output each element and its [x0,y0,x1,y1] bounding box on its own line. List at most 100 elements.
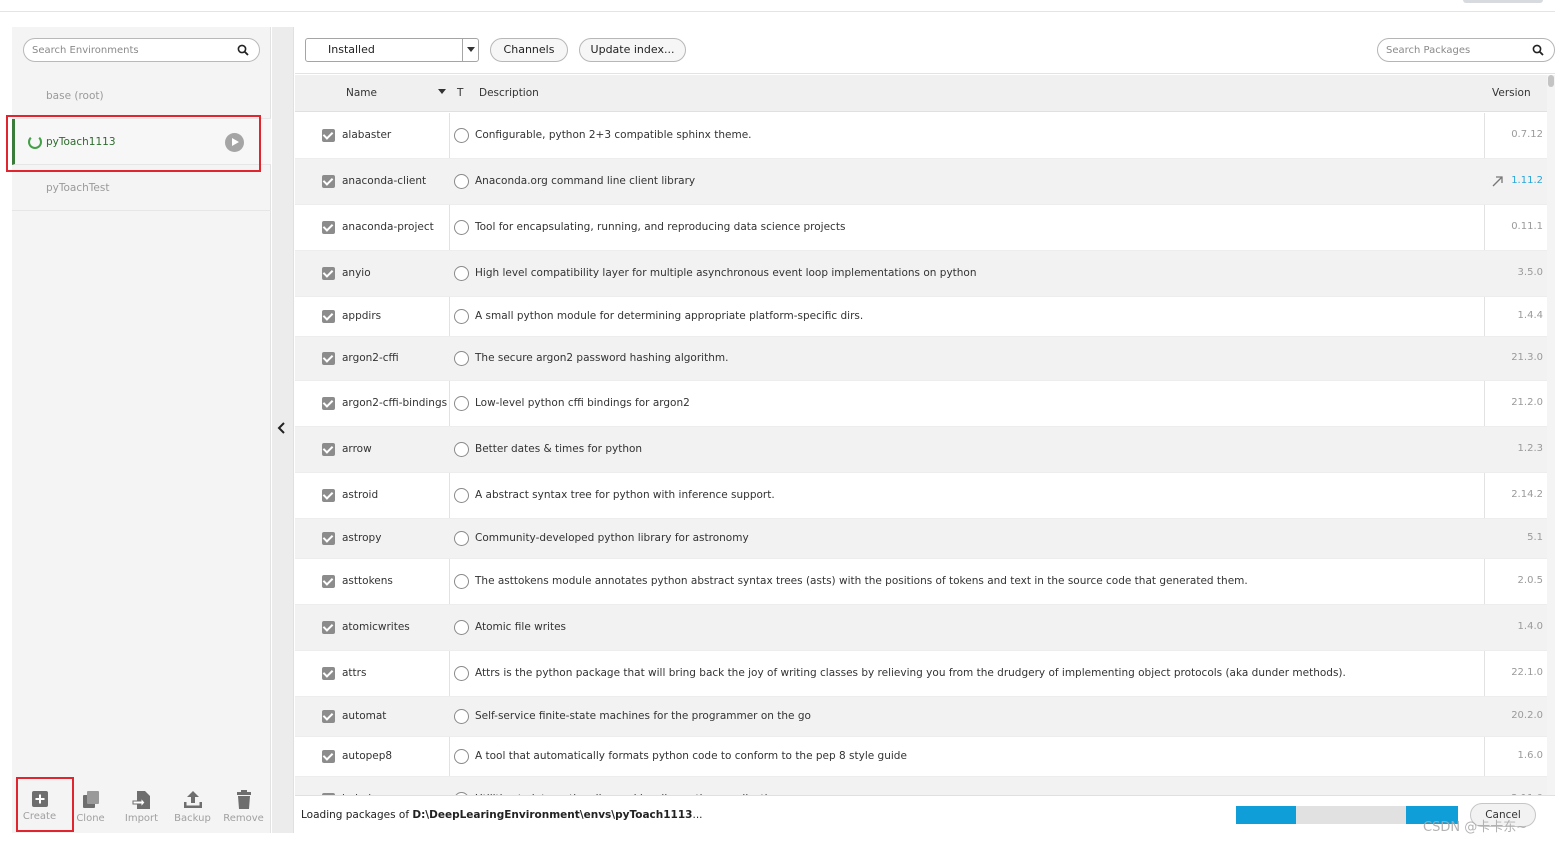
backup-button[interactable]: Backup [168,787,218,833]
packages-toolbar: Installed Channels Update index... [295,27,1555,74]
installed-checkbox[interactable] [322,532,335,545]
package-name: atomicwrites [342,621,410,633]
sort-down-icon[interactable] [438,89,446,94]
package-name: automat [342,710,387,722]
table-row[interactable]: astroid A abstract syntax tree for python… [295,473,1555,519]
package-description: Anaconda.org command line client library [475,175,696,187]
update-arrow-icon[interactable] [1491,175,1504,188]
environment-item-base[interactable]: base (root) [12,73,271,119]
package-name: arrow [342,443,372,455]
column-header-type[interactable]: T [457,87,463,99]
packages-panel: Installed Channels Update index... Name … [295,27,1555,835]
table-row[interactable]: anaconda-project Tool for encapsulating, … [295,205,1555,251]
installed-checkbox[interactable] [322,310,335,323]
search-icon[interactable] [1532,44,1544,59]
package-type-icon [454,220,469,235]
status-path: D:\DeepLearingEnvironment\envs\pyToach11… [412,809,693,821]
package-version: 5.1 [1527,532,1543,543]
table-row[interactable]: argon2-cffi The secure argon2 password ha… [295,337,1555,381]
package-type-icon [454,128,469,143]
environment-search-input[interactable] [32,39,232,61]
environment-name: base (root) [46,90,104,102]
table-row[interactable]: argon2-cffi-bindings Low-level python cff… [295,381,1555,427]
package-name: autopep8 [342,750,393,762]
package-name: appdirs [342,310,382,322]
table-row[interactable]: anyio High level compatibility layer for … [295,251,1555,297]
installed-checkbox[interactable] [322,575,335,588]
import-button[interactable]: Import [117,787,167,833]
channels-button[interactable]: Channels [490,38,568,62]
package-type-icon [454,266,469,281]
chevron-left-icon[interactable] [276,421,288,438]
column-header-name[interactable]: Name [346,87,377,99]
environment-search-box[interactable] [23,38,260,62]
installed-checkbox[interactable] [322,667,335,680]
package-table-header: Name T Description Version [295,75,1555,112]
status-bar: Loading packages of D:\DeepLearingEnviro… [295,795,1555,835]
installed-checkbox[interactable] [322,397,335,410]
package-type-icon [454,442,469,457]
table-row[interactable]: attrs Attrs is the python package that wi… [295,651,1555,697]
import-icon [132,791,150,809]
package-filter-select[interactable]: Installed [305,38,479,62]
table-row[interactable]: automat Self-service finite-state machine… [295,697,1555,737]
window-top-strip [0,0,1555,12]
column-header-description[interactable]: Description [479,87,539,99]
upload-icon [183,791,202,808]
package-version: 2.0.5 [1517,575,1543,586]
search-icon[interactable] [237,44,249,59]
table-row[interactable]: appdirs A small python module for determi… [295,297,1555,337]
backup-label: Backup [174,813,211,824]
installed-checkbox[interactable] [322,221,335,234]
package-name: alabaster [342,129,392,141]
table-row[interactable]: autopep8 A tool that automatically format… [295,737,1555,777]
column-header-version[interactable]: Version [1492,87,1531,99]
package-description: Attrs is the python package that will br… [475,667,1346,679]
package-version: 1.4.0 [1517,621,1543,632]
installed-checkbox[interactable] [322,267,335,280]
package-version: 22.1.0 [1511,667,1543,678]
package-name: anyio [342,267,371,279]
package-type-icon [454,309,469,324]
package-description: A small python module for determining ap… [475,310,864,322]
panel-collapse-strip[interactable] [272,27,294,833]
package-type-icon [454,666,469,681]
table-row[interactable]: astropy Community-developed python librar… [295,519,1555,559]
watermark-text: CSDN @卡卡东~ [1423,820,1528,835]
table-row[interactable]: alabaster Configurable, python 2+3 compat… [295,113,1555,159]
installed-checkbox[interactable] [322,750,335,763]
remove-label: Remove [223,813,264,824]
installed-checkbox[interactable] [322,175,335,188]
scrollbar-thumb[interactable] [1548,75,1554,87]
window-corner-decoration [1463,0,1543,3]
package-type-icon [454,351,469,366]
vertical-scrollbar[interactable] [1547,75,1555,795]
remove-button[interactable]: Remove [219,787,269,833]
package-description: A abstract syntax tree for python with i… [475,489,775,501]
table-row[interactable]: babelUtilities to internationalize and l… [295,777,1555,795]
installed-checkbox[interactable] [322,489,335,502]
installed-checkbox[interactable] [322,621,335,634]
status-message: Loading packages of D:\DeepLearingEnviro… [301,809,703,821]
table-row[interactable]: anaconda-client Anaconda.org command line… [295,159,1555,205]
installed-checkbox[interactable] [322,710,335,723]
installed-checkbox[interactable] [322,352,335,365]
table-row[interactable]: asttokens The asttokens module annotates … [295,559,1555,605]
package-version: 3.5.0 [1517,267,1543,278]
update-index-button[interactable]: Update index... [579,38,686,62]
package-type-icon [454,749,469,764]
package-version: 20.2.0 [1511,710,1543,721]
installed-checkbox[interactable] [322,129,335,142]
package-description: Tool for encapsulating, running, and rep… [475,221,846,233]
package-version: 1.4.4 [1517,310,1543,321]
installed-checkbox[interactable] [322,443,335,456]
table-row[interactable]: arrow Better dates & times for python 1.2.… [295,427,1555,473]
clone-label: Clone [76,813,105,824]
package-name: anaconda-project [342,221,434,233]
package-search-input[interactable] [1386,39,1526,61]
package-name: astroid [342,489,379,501]
package-search-box[interactable] [1377,38,1555,62]
table-row[interactable]: atomicwrites Atomic file writes 1.4.0 [295,605,1555,651]
package-description: High level compatibility layer for multi… [475,267,977,279]
chevron-down-icon[interactable] [462,39,478,61]
